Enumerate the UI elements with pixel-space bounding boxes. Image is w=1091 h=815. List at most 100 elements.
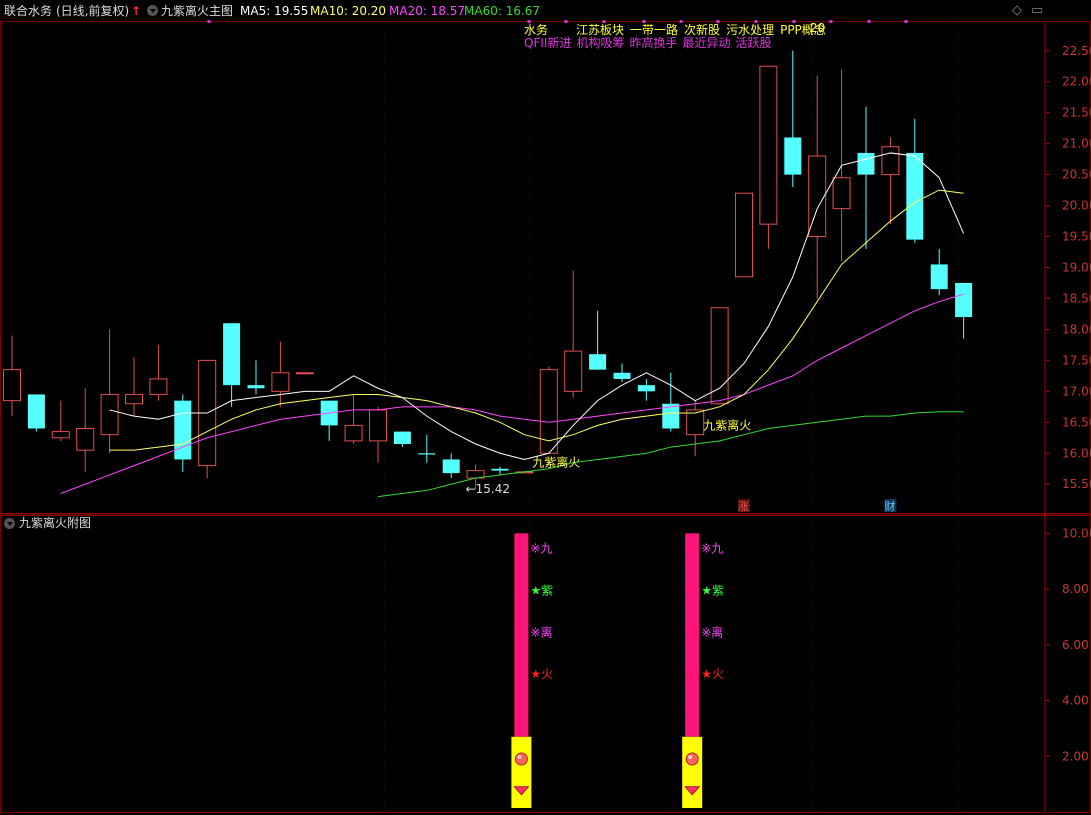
- chart-annotation: ←15.42: [466, 482, 510, 496]
- candle-body: [857, 152, 875, 175]
- y-tick-label: 17.50: [1062, 353, 1091, 367]
- concept-tag[interactable]: 水务: [524, 23, 548, 37]
- y-tick-label: 16.50: [1062, 415, 1091, 429]
- y-tick-label: 15.50: [1062, 477, 1091, 491]
- candle-body: [564, 350, 583, 392]
- sub-y-tick-label: 6.00: [1062, 638, 1089, 652]
- signal-char: ★紫: [530, 583, 553, 597]
- candle-body: [295, 372, 314, 375]
- y-tick-label: 18.50: [1062, 291, 1091, 305]
- concept-tags: 水务 江苏板块 一带一路 次新股 污水处理 PPP概念 QFII新进 机构吸筹 昨高换手 最近异…: [524, 24, 832, 50]
- concept-tag[interactable]: 最近异动: [682, 36, 730, 50]
- candle-body: [76, 428, 95, 451]
- candle-body: [735, 192, 753, 278]
- up-arrow-icon: ↑: [131, 4, 142, 18]
- sub-dropdown-icon[interactable]: [4, 518, 15, 529]
- concept-tag[interactable]: 次新股: [684, 23, 720, 37]
- concept-tags-line2: QFII新进 机构吸筹 昨高换手 最近异动 活跃股: [524, 37, 832, 50]
- diamond-icon[interactable]: ◇: [1012, 0, 1022, 22]
- orb-icon: [685, 752, 699, 766]
- candle-body: [27, 394, 45, 429]
- sub-panel-frame: [0, 515, 1091, 813]
- y-tick-label: 19.00: [1062, 261, 1091, 275]
- candle-body: [881, 146, 900, 176]
- y-tick-label: 20.00: [1062, 199, 1091, 213]
- concept-tag[interactable]: 一带一路: [630, 23, 678, 37]
- y-tick-label: 19.50: [1062, 230, 1091, 244]
- chart-annotation: 九紫离火: [532, 455, 580, 470]
- ma20-line: [60, 293, 964, 494]
- candle-body: [832, 177, 851, 210]
- candle-body: [637, 385, 655, 392]
- sub-y-tick-label: 8.00: [1062, 582, 1089, 596]
- orb-highlight: [517, 755, 522, 760]
- chart-header: 联合水务 (日线,前复权) ↑ 九紫离火主图 MA5: 19.55 MA10: …: [0, 0, 1091, 22]
- orb-highlight: [688, 755, 693, 760]
- candle-body: [393, 431, 411, 444]
- y-tick-label: 16.00: [1062, 446, 1091, 460]
- chart-mode[interactable]: (日线,前复权): [56, 0, 129, 22]
- y-tick-label: 20.50: [1062, 168, 1091, 182]
- candle-body: [344, 424, 363, 442]
- signal-char: ※离: [530, 624, 552, 639]
- candle-body: [418, 453, 436, 455]
- signal-char: ※离: [701, 624, 723, 639]
- candle-body: [491, 468, 509, 471]
- ma60-label: MA60: 16.67: [464, 4, 541, 18]
- ma20-label: MA20: 18.57: [389, 4, 466, 18]
- y-tick-label: 17.00: [1062, 384, 1091, 398]
- candle-body: [442, 459, 460, 474]
- indicator-name[interactable]: 九紫离火主图: [161, 0, 233, 22]
- candle-body: [3, 369, 21, 402]
- ma10-line: [109, 189, 964, 451]
- dropdown-icon[interactable]: [147, 5, 158, 16]
- sub-panel-title[interactable]: 九紫离火附图: [19, 516, 91, 530]
- signal-base: [682, 736, 703, 808]
- y-tick-label: 22.50: [1062, 44, 1091, 58]
- y-tick-label: 18.00: [1062, 322, 1091, 336]
- chart-annotation: 九紫离火: [703, 417, 751, 432]
- candle-body: [759, 65, 778, 225]
- y-tick-label: 21.50: [1062, 106, 1091, 120]
- sub-panel-header: 九紫离火附图: [0, 514, 91, 532]
- sub-y-tick-label: 2.00: [1062, 749, 1089, 763]
- concept-tag[interactable]: 污水处理: [726, 23, 774, 37]
- ma5-label: MA5: 19.55: [240, 4, 309, 18]
- signal-char: ★火: [701, 667, 724, 681]
- signal-char: ※九: [530, 542, 552, 556]
- minimize-icon[interactable]: ▭: [1031, 0, 1043, 22]
- concept-tag[interactable]: QFII新进: [524, 36, 571, 50]
- candle-body: [955, 282, 973, 318]
- kline-chart[interactable]: 15.50 16.00 16.50 17.00 17.50 18.00 18.50 19.00…: [0, 0, 1091, 815]
- signal-char: ★紫: [701, 583, 724, 597]
- sub-y-tick-label: 10.00: [1062, 526, 1091, 540]
- candle-body: [271, 372, 290, 392]
- signal-base: [511, 736, 532, 808]
- candle-body: [125, 393, 143, 405]
- event-marker: 财: [884, 499, 895, 513]
- tag-overlay: 20: [810, 21, 826, 35]
- signal-char: ★火: [530, 667, 553, 681]
- candle-body: [51, 431, 70, 439]
- candle-body: [710, 307, 729, 405]
- concept-tag[interactable]: 活跃股: [735, 36, 771, 50]
- y-tick-label: 21.00: [1062, 137, 1091, 151]
- ma10-label: MA10: 20.20: [310, 4, 387, 18]
- concept-tag[interactable]: 机构吸筹: [576, 36, 624, 50]
- candle-body: [100, 393, 119, 436]
- candle-body: [174, 400, 192, 460]
- candle-body: [784, 137, 802, 175]
- concept-tag[interactable]: 江苏板块: [576, 23, 624, 37]
- y-tick-label: 22.00: [1062, 75, 1091, 89]
- stock-name[interactable]: 联合水务: [4, 0, 52, 22]
- candle-body: [589, 354, 607, 370]
- candle-body: [149, 378, 168, 395]
- sub-y-tick-label: 4.00: [1062, 694, 1089, 708]
- candle-body: [247, 385, 265, 389]
- signal-bar: [514, 533, 529, 737]
- signal-bar: [685, 533, 700, 737]
- candle-body: [930, 264, 948, 290]
- candle-body: [223, 323, 241, 386]
- concept-tag[interactable]: 昨高换手: [629, 36, 677, 50]
- orb-icon: [514, 752, 528, 766]
